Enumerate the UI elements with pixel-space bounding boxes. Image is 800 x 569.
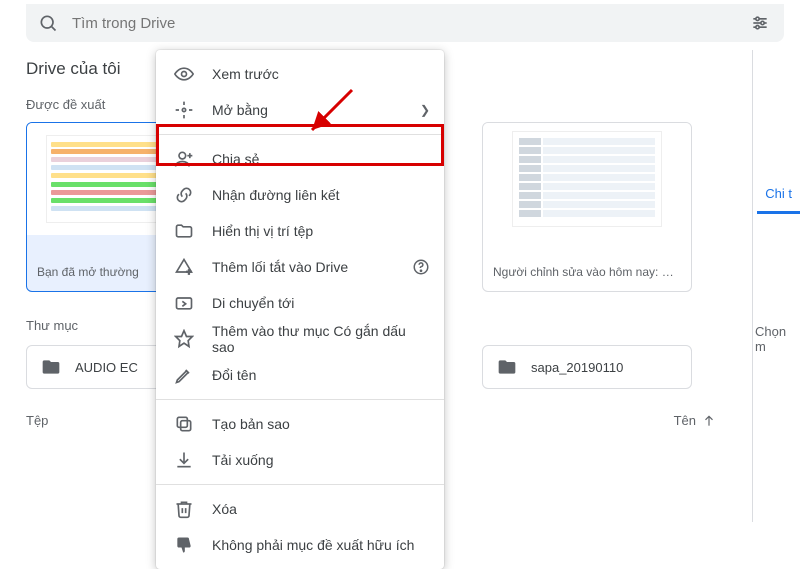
- ctx-move-to[interactable]: Di chuyển tới: [156, 285, 444, 321]
- eye-icon: [174, 64, 194, 84]
- ctx-add-shortcut[interactable]: + Thêm lối tắt vào Drive: [156, 249, 444, 285]
- divider: [156, 484, 444, 485]
- ctx-label: Chia sẻ: [212, 151, 259, 167]
- ctx-label: Thêm vào thư mục Có gắn dấu sao: [212, 323, 426, 355]
- divider: [156, 134, 444, 135]
- folder-name: AUDIO EC: [75, 360, 138, 375]
- chevron-right-icon: ❯: [420, 103, 430, 117]
- ctx-label: Xem trước: [212, 66, 279, 82]
- page-title: Drive của tôi: [26, 59, 120, 79]
- search-icon: [38, 13, 58, 33]
- search-input[interactable]: [72, 15, 734, 32]
- pencil-icon: [174, 365, 194, 385]
- ctx-label: Thêm lối tắt vào Drive: [212, 259, 348, 275]
- details-tab[interactable]: Chi t: [757, 176, 800, 214]
- ctx-star[interactable]: Thêm vào thư mục Có gắn dấu sao: [156, 321, 444, 357]
- move-to-icon: [174, 293, 194, 313]
- divider: [156, 399, 444, 400]
- ctx-label: Tải xuống: [212, 452, 273, 468]
- suggested-card[interactable]: Người chỉnh sửa vào hôm nay: Vo...: [482, 122, 692, 292]
- ctx-preview[interactable]: Xem trước: [156, 56, 444, 92]
- ctx-label: Xóa: [212, 501, 237, 517]
- context-menu: Xem trước Mở bằng ❯ Chia sẻ Nhận đường l…: [156, 50, 444, 569]
- search-bar[interactable]: [26, 4, 784, 42]
- trash-icon: [174, 499, 194, 519]
- person-add-icon: [174, 149, 194, 169]
- ctx-rename[interactable]: Đổi tên: [156, 357, 444, 393]
- download-icon: [174, 450, 194, 470]
- folder-chip[interactable]: sapa_20190110: [482, 345, 692, 389]
- folder-outline-icon: [174, 221, 194, 241]
- sort-label: Tên: [674, 413, 696, 428]
- ctx-make-copy[interactable]: Tạo bản sao: [156, 406, 444, 442]
- ctx-label: Không phải mục đề xuất hữu ích: [212, 537, 414, 553]
- star-icon: [174, 329, 194, 349]
- search-options-icon[interactable]: [748, 11, 772, 35]
- ctx-label: Nhận đường liên kết: [212, 187, 340, 203]
- link-icon: [174, 185, 194, 205]
- arrow-up-icon: [702, 414, 716, 428]
- folder-icon: [41, 357, 61, 377]
- card-caption: Người chỉnh sửa vào hôm nay: Vo...: [483, 257, 691, 291]
- ctx-open-with[interactable]: Mở bằng ❯: [156, 92, 444, 128]
- card-thumbnail: [483, 123, 691, 235]
- folder-icon: [497, 357, 517, 377]
- ctx-share[interactable]: Chia sẻ: [156, 141, 444, 177]
- details-panel: Chi t Chọn m: [752, 50, 800, 522]
- drive-shortcut-icon: +: [174, 257, 194, 277]
- ctx-get-link[interactable]: Nhận đường liên kết: [156, 177, 444, 213]
- thumb-down-icon: [174, 535, 194, 555]
- top-bar: [0, 0, 800, 53]
- copy-icon: [174, 414, 194, 434]
- details-hint: Chọn m: [753, 324, 800, 354]
- sort-control[interactable]: Tên: [674, 413, 716, 428]
- ctx-not-helpful[interactable]: Không phải mục đề xuất hữu ích: [156, 527, 444, 563]
- ctx-show-location[interactable]: Hiển thị vị trí tệp: [156, 213, 444, 249]
- ctx-label: Di chuyển tới: [212, 295, 294, 311]
- ctx-label: Đổi tên: [212, 367, 256, 383]
- help-icon[interactable]: [412, 258, 430, 276]
- ctx-label: Hiển thị vị trí tệp: [212, 223, 313, 239]
- ctx-download[interactable]: Tải xuống: [156, 442, 444, 478]
- svg-text:+: +: [187, 267, 192, 277]
- open-with-icon: [174, 100, 194, 120]
- ctx-label: Tạo bản sao: [212, 416, 290, 432]
- ctx-label: Mở bằng: [212, 102, 268, 118]
- folder-name: sapa_20190110: [531, 360, 623, 375]
